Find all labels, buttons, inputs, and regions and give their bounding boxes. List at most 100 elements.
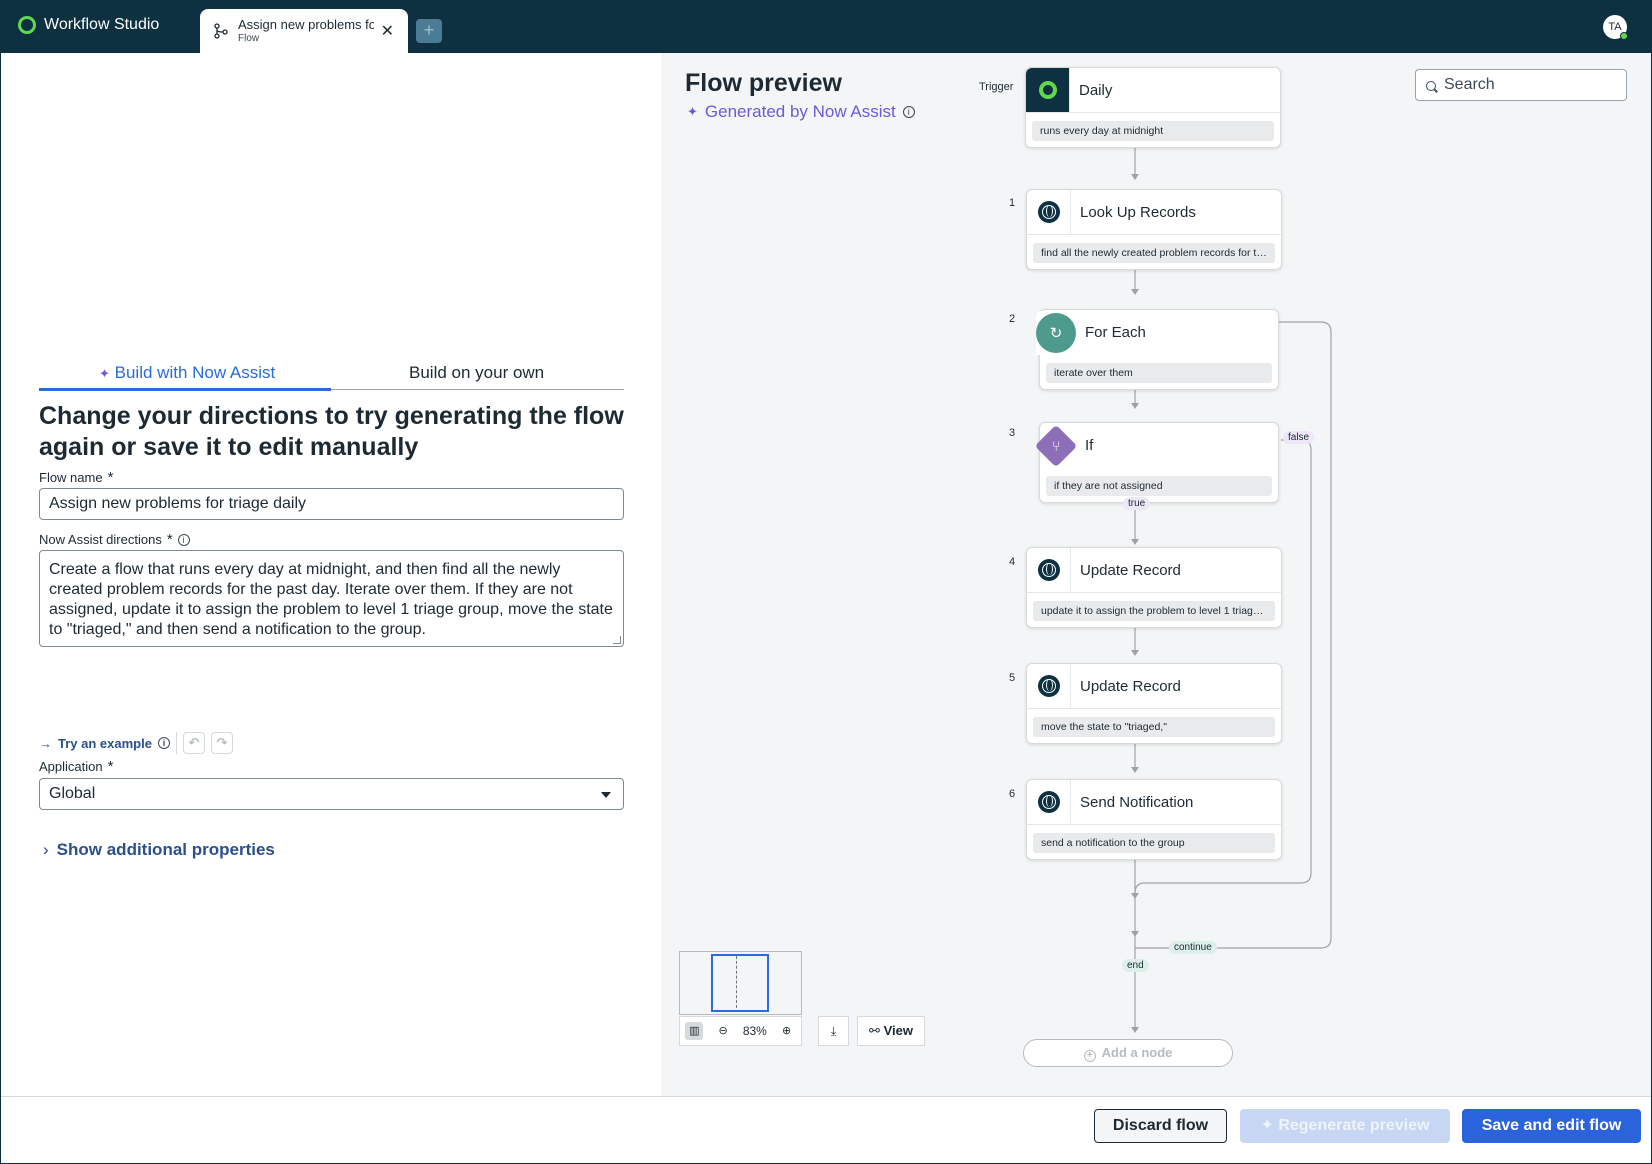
continue-label: continue	[1169, 941, 1217, 954]
action-icon-wrap	[1027, 664, 1071, 708]
view-icon: ⚯	[869, 1023, 880, 1038]
regenerate-preview-button[interactable]: ✦ Regenerate preview	[1240, 1109, 1450, 1143]
undo-button[interactable]: ↶	[182, 732, 205, 754]
node-title: Update Record	[1080, 561, 1181, 579]
step-number: 5	[1009, 672, 1016, 684]
loop-icon-wrap: ↻	[1036, 310, 1076, 355]
sparkle-icon: ✦	[99, 366, 110, 381]
user-initials: TA	[1608, 21, 1622, 33]
minimap[interactable]	[679, 951, 802, 1015]
node-title: For Each	[1085, 324, 1146, 341]
caret-down-icon	[601, 792, 611, 798]
step-node-send-notification[interactable]: Send Notification send a notification to…	[1026, 779, 1282, 860]
required-icon: *	[107, 758, 114, 775]
app-logo-icon	[18, 16, 36, 34]
required-icon: *	[107, 469, 114, 486]
app-title: Workflow Studio	[44, 16, 160, 33]
flow-name-label: Flow name *	[39, 469, 113, 486]
flow-icon	[214, 23, 228, 39]
directions-text: Create a flow that runs every day at mid…	[49, 561, 613, 638]
footer-actions: Discard flow ✦ Regenerate preview Save a…	[1, 1096, 1651, 1162]
node-description: send a notification to the group	[1033, 833, 1275, 853]
minimap-flow-line	[736, 956, 737, 1008]
resize-handle-icon[interactable]	[613, 636, 621, 644]
flow-preview-panel: Flow preview ✦ Generated by Now Assist i…	[661, 53, 1651, 1096]
step-node-update-record[interactable]: Update Record move the state to "triaged…	[1026, 663, 1282, 744]
regenerate-label: Regenerate preview	[1278, 1117, 1430, 1134]
node-description: runs every day at midnight	[1032, 121, 1274, 141]
close-tab-icon[interactable]: ✕	[381, 21, 394, 41]
globe-icon	[1037, 675, 1060, 697]
view-button[interactable]: ⚯ View	[857, 1016, 925, 1046]
try-example-row: → Try an example i ↶ ↷	[39, 732, 233, 754]
arrow-right-icon: →	[39, 735, 52, 751]
show-props-label: Show additional properties	[56, 840, 275, 859]
true-branch-label: true	[1123, 497, 1151, 510]
step-number: 3	[1009, 427, 1016, 439]
application-label: Application *	[39, 758, 113, 775]
node-description: if they are not assigned	[1046, 476, 1272, 496]
required-icon: *	[166, 531, 173, 548]
step-number: 6	[1009, 788, 1016, 800]
trigger-icon-wrap	[1026, 68, 1070, 112]
action-icon-wrap	[1027, 548, 1071, 592]
action-icon-wrap	[1027, 190, 1071, 234]
globe-icon	[1037, 791, 1060, 813]
step-node-if[interactable]: ⑂ If if they are not assigned	[1034, 422, 1279, 503]
step-node-for-each[interactable]: ↻ For Each iterate over them	[1036, 309, 1279, 390]
active-tab-indicator	[39, 388, 331, 391]
view-label: View	[883, 1023, 913, 1038]
build-mode-tabs: ✦ Build with Now Assist Build on your ow…	[39, 353, 624, 391]
node-title: Update Record	[1080, 677, 1181, 695]
add-tab-button[interactable]: +	[416, 19, 442, 43]
zoom-out-icon[interactable]: ⊖	[714, 1022, 732, 1040]
add-node-button[interactable]: + Add a node	[1023, 1039, 1233, 1067]
end-label: end	[1122, 959, 1149, 972]
chevron-right-icon: ›	[43, 840, 49, 859]
save-and-edit-flow-button[interactable]: Save and edit flow	[1462, 1109, 1641, 1143]
tab-build-with-now-assist[interactable]: ✦ Build with Now Assist	[99, 363, 275, 383]
form-heading: Change your directions to try generating…	[39, 402, 624, 461]
app-brand[interactable]: Workflow Studio	[18, 16, 159, 34]
zoom-in-icon[interactable]: ⊕	[778, 1022, 796, 1040]
node-description: find all the newly created problem recor…	[1033, 243, 1275, 263]
show-additional-properties[interactable]: › Show additional properties	[43, 840, 275, 860]
sparkle-icon: ✦	[1260, 1117, 1274, 1134]
directions-label: Now Assist directions * i	[39, 531, 190, 548]
directions-textarea[interactable]: Create a flow that runs every day at mid…	[39, 550, 624, 647]
info-icon[interactable]: i	[177, 533, 190, 546]
step-node-update-record[interactable]: Update Record update it to assign the pr…	[1026, 547, 1282, 628]
step-number: 4	[1009, 556, 1016, 568]
node-title: Send Notification	[1080, 793, 1194, 811]
trigger-node[interactable]: Daily runs every day at midnight	[1025, 67, 1281, 148]
redo-button[interactable]: ↷	[210, 732, 233, 754]
zoom-level: 83%	[742, 1024, 767, 1038]
node-title: If	[1085, 437, 1094, 454]
step-number: 1	[1009, 197, 1016, 209]
tab-build-with-now-assist-label: Build with Now Assist	[114, 363, 276, 382]
branch-icon-wrap: ⑂	[1034, 424, 1078, 468]
tab-build-on-your-own[interactable]: Build on your own	[409, 363, 544, 383]
try-example-link[interactable]: Try an example	[58, 736, 152, 751]
discard-flow-button[interactable]: Discard flow	[1094, 1109, 1227, 1143]
add-node-label: Add a node	[1101, 1045, 1173, 1060]
flow-tab[interactable]: Assign new problems for triage daily Flo…	[200, 9, 408, 53]
globe-icon	[1037, 201, 1060, 223]
loop-icon: ↻	[1036, 312, 1076, 353]
zoom-toolbar: ▥ ⊖ 83% ⊕	[679, 1016, 802, 1046]
fit-view-icon[interactable]: ▥	[685, 1022, 704, 1040]
node-description: update it to assign the problem to level…	[1033, 601, 1275, 621]
action-icon-wrap	[1027, 780, 1071, 824]
download-button[interactable]: ⤓	[818, 1016, 849, 1046]
application-value: Global	[49, 785, 96, 802]
flow-name-field[interactable]: Assign new problems for triage daily	[39, 488, 624, 520]
node-title: Look Up Records	[1080, 203, 1196, 221]
flow-name-label-text: Flow name	[39, 470, 103, 485]
user-avatar[interactable]: TA	[1603, 15, 1628, 40]
step-node-look-up-records[interactable]: Look Up Records find all the newly creat…	[1026, 189, 1282, 270]
tab-subtitle: Flow	[238, 33, 260, 44]
trigger-label: Trigger	[979, 81, 1014, 93]
application-select[interactable]: Global	[39, 778, 624, 810]
minimap-viewport[interactable]	[711, 954, 769, 1012]
info-icon[interactable]: i	[157, 737, 170, 749]
